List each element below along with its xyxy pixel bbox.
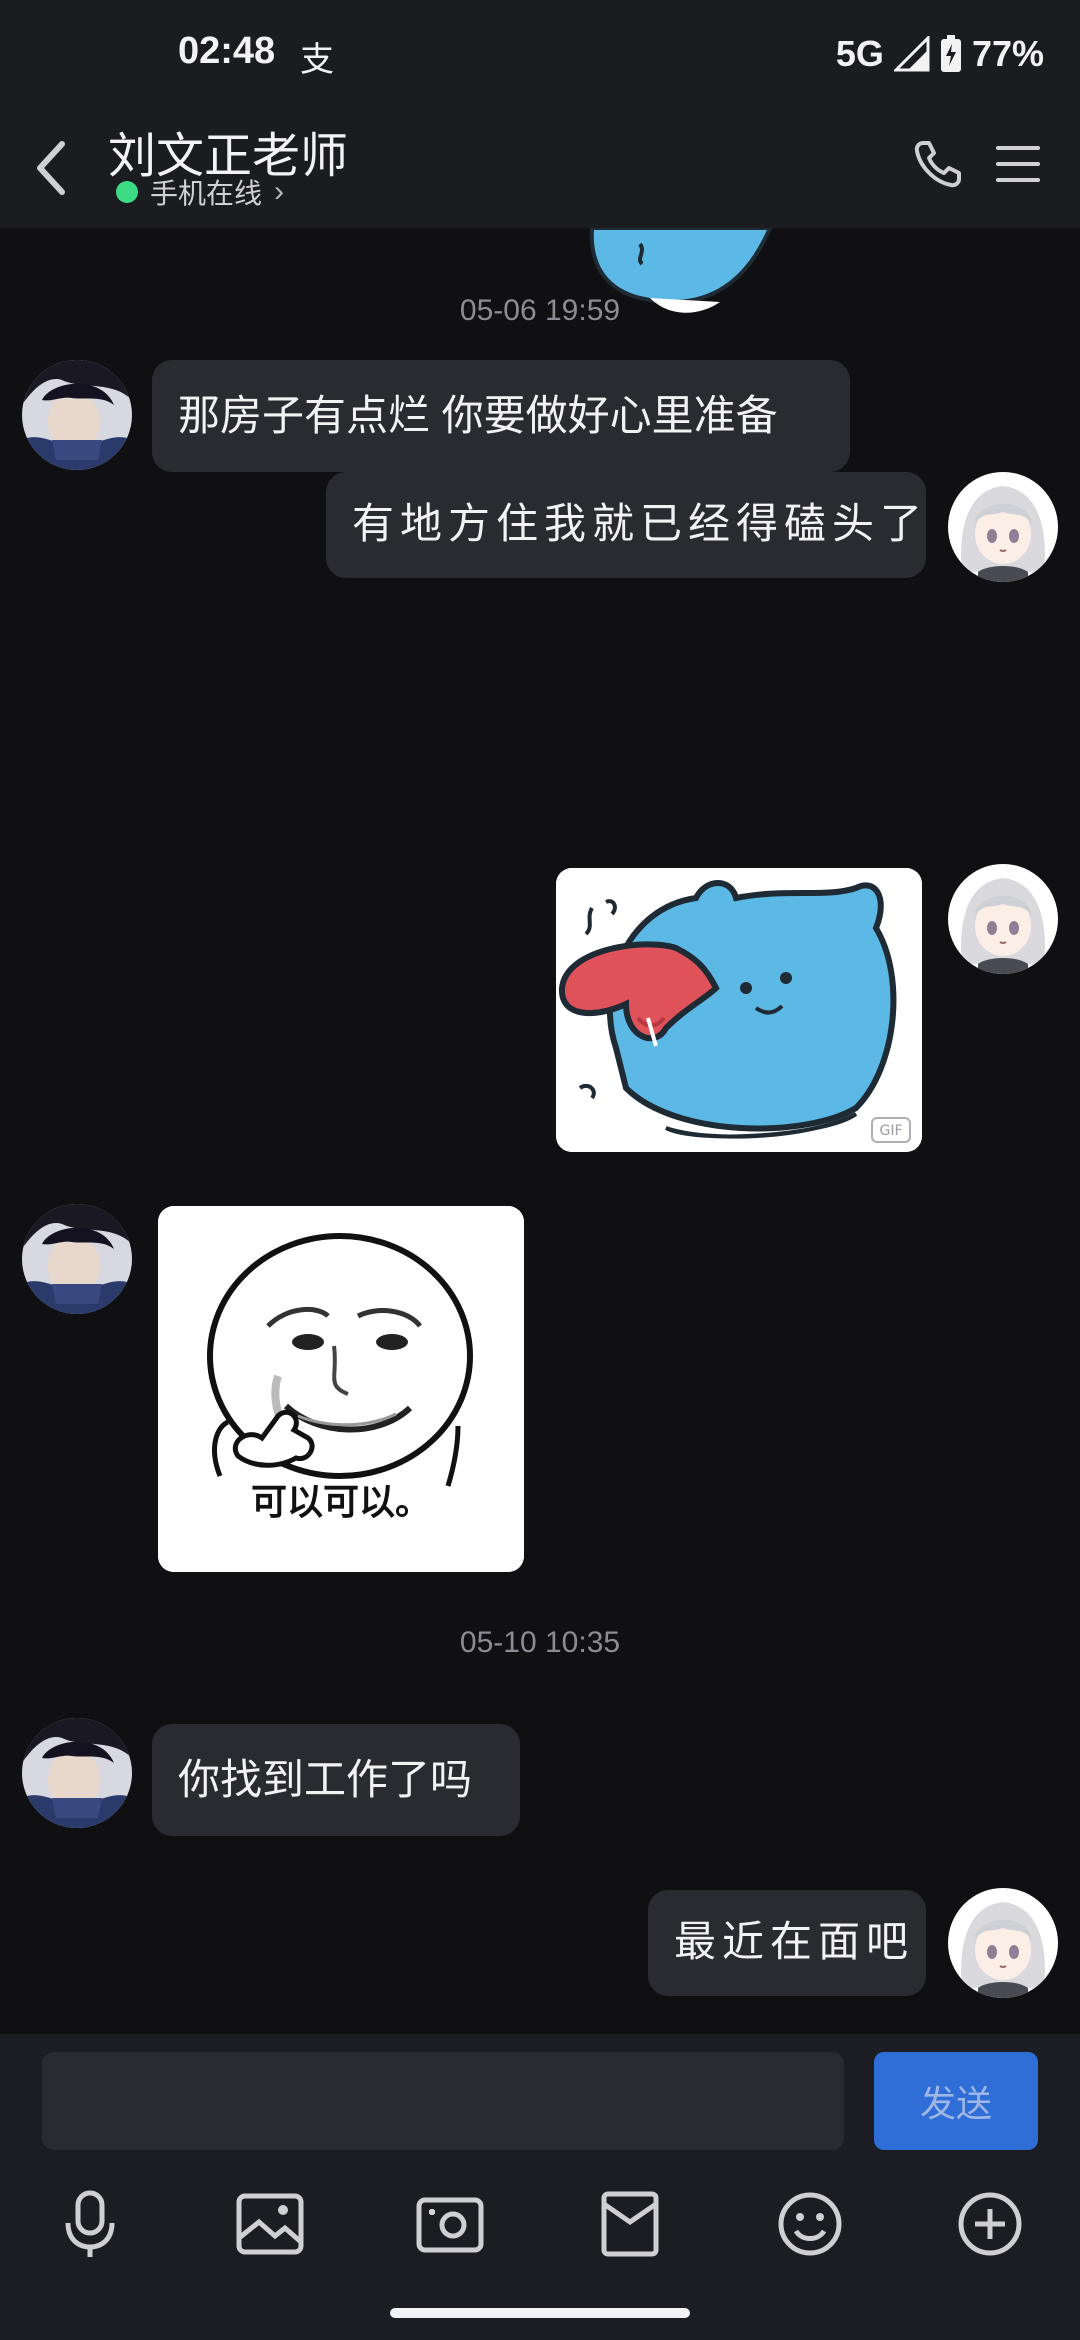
- chevron-right-icon: ›: [274, 175, 285, 208]
- presence-label: 手机在线: [150, 178, 263, 209]
- back-button[interactable]: [22, 128, 82, 208]
- my-avatar[interactable]: [948, 472, 1058, 582]
- phone-icon: [914, 141, 961, 188]
- status-bar: 02:48 支 5G 77%: [0, 0, 1080, 110]
- back-chevron-icon: [37, 141, 65, 195]
- image-icon: [236, 2193, 304, 2255]
- meme-face-sticker: 可以可以。: [158, 1206, 524, 1572]
- emoji-button[interactable]: [770, 2184, 850, 2264]
- my-avatar[interactable]: [948, 1888, 1058, 1998]
- sticker-caption: 可以可以。: [251, 1482, 431, 1523]
- contact-avatar-image: [22, 1204, 132, 1314]
- alipay-notification-icon: 支: [300, 41, 334, 79]
- network-type: 5G: [835, 33, 884, 74]
- menu-icon: [996, 146, 1040, 182]
- album-button[interactable]: [230, 2184, 310, 2264]
- send-button[interactable]: 发送: [874, 2052, 1038, 2150]
- message-text: 那房子有点烂 你要做好心里准备: [178, 392, 778, 439]
- call-button[interactable]: [908, 130, 968, 198]
- message-text: 你找到工作了吗: [178, 1756, 473, 1803]
- blue-cat-sticker: GIF: [556, 868, 922, 1152]
- signal-icon: [893, 36, 930, 72]
- menu-button[interactable]: [990, 130, 1046, 198]
- sticker-outgoing[interactable]: GIF: [556, 868, 922, 1152]
- more-button[interactable]: [950, 2184, 1030, 2264]
- voice-button[interactable]: [50, 2184, 130, 2264]
- home-indicator[interactable]: [390, 2308, 690, 2318]
- message-text: 最近在面吧: [674, 1917, 915, 1966]
- message-bubble-incoming[interactable]: 你找到工作了吗: [152, 1724, 520, 1836]
- emoji-icon: [778, 2192, 842, 2256]
- chat-header: 刘文正老师 手机在线 ›: [0, 110, 1080, 228]
- my-avatar-image: [948, 864, 1058, 974]
- battery-icon: [940, 35, 961, 72]
- status-time: 02:48: [178, 30, 276, 72]
- red-envelope-button[interactable]: [590, 2184, 670, 2264]
- message-bubble-outgoing[interactable]: 有地方住我就已经得磕头了: [326, 472, 926, 578]
- microphone-icon: [65, 2190, 115, 2257]
- message-list[interactable]: 05-06 19:59 那房子有点烂 你要做好心里准备 有地方住我就已经得磕头了: [0, 228, 1080, 2034]
- my-avatar-image: [948, 1888, 1058, 1998]
- red-envelope-icon: [601, 2191, 659, 2257]
- contact-avatar-image: [22, 1718, 132, 1828]
- status-right: 5G 77%: [836, 30, 1044, 78]
- contact-avatar[interactable]: [22, 1718, 132, 1828]
- composer: 发送: [0, 2034, 1080, 2340]
- timestamp: 05-10 10:35: [459, 1626, 621, 1659]
- presence-status[interactable]: 手机在线 ›: [116, 172, 284, 212]
- sticker-incoming[interactable]: 可以可以。: [158, 1206, 524, 1572]
- timestamp: 05-06 19:59: [459, 294, 621, 327]
- contact-avatar[interactable]: [22, 360, 132, 470]
- contact-avatar-image: [22, 360, 132, 470]
- my-avatar[interactable]: [948, 864, 1058, 974]
- gif-badge: GIF: [879, 1123, 902, 1139]
- contact-avatar[interactable]: [22, 1204, 132, 1314]
- camera-icon: [416, 2197, 484, 2253]
- my-avatar-image: [948, 472, 1058, 582]
- message-input[interactable]: [42, 2052, 844, 2150]
- camera-button[interactable]: [410, 2184, 490, 2264]
- message-text: 有地方住我就已经得磕头了: [352, 499, 929, 548]
- message-bubble-outgoing[interactable]: 最近在面吧: [648, 1890, 926, 1996]
- battery-percent: 77%: [971, 33, 1044, 74]
- message-bubble-incoming[interactable]: 那房子有点烂 你要做好心里准备: [152, 360, 850, 472]
- online-dot: [116, 181, 138, 203]
- plus-icon: [958, 2192, 1022, 2256]
